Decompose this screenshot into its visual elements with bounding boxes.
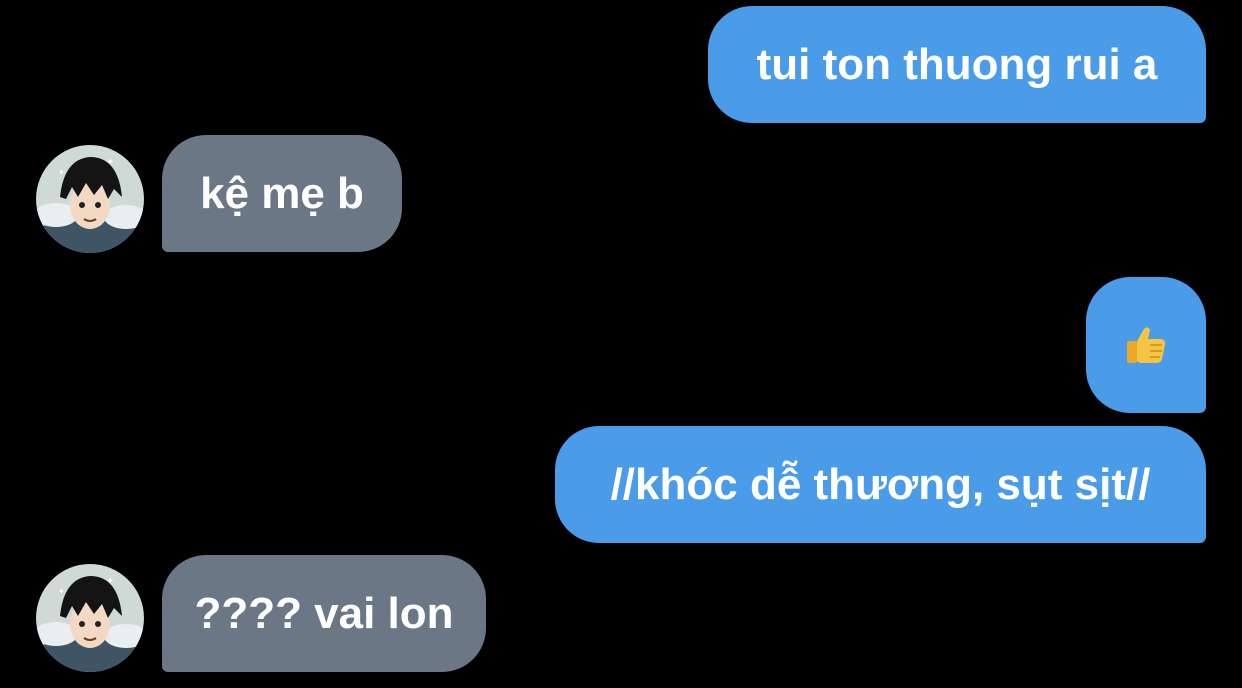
svg-text:✦: ✦: [58, 587, 65, 596]
contact-avatar[interactable]: ✦ ✦: [36, 145, 144, 253]
message-bubble-outgoing[interactable]: //khóc dễ thương, sụt sịt//: [555, 426, 1206, 543]
message-text: ???? vai lon: [194, 588, 454, 638]
message-text: tui ton thuong rui a: [756, 39, 1158, 89]
thumbs-up-icon: [1122, 321, 1170, 369]
message-text: //khóc dễ thương, sụt sịt//: [610, 459, 1151, 509]
contact-avatar[interactable]: ✦ ✦: [36, 564, 144, 672]
message-text: kệ mẹ b: [200, 168, 364, 218]
message-bubble-incoming[interactable]: ???? vai lon: [162, 555, 486, 672]
message-bubble-outgoing[interactable]: tui ton thuong rui a: [708, 6, 1206, 123]
message-bubble-incoming[interactable]: kệ mẹ b: [162, 135, 402, 252]
svg-text:✦: ✦: [106, 157, 114, 168]
svg-text:✦: ✦: [106, 576, 114, 587]
message-bubble-outgoing[interactable]: [1086, 277, 1206, 413]
svg-text:✦: ✦: [58, 168, 65, 177]
